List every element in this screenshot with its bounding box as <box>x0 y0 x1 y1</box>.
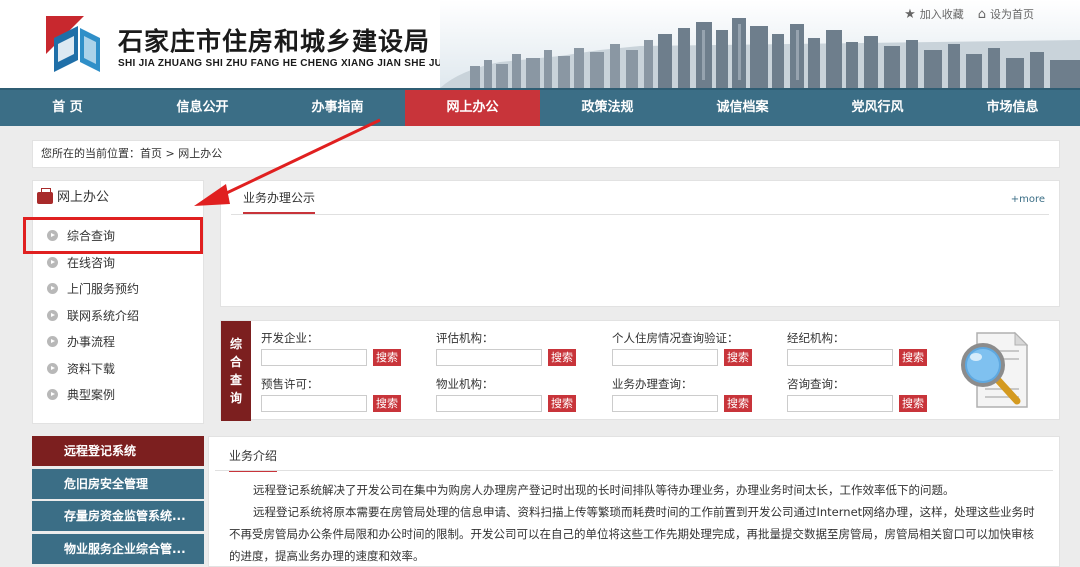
nav-market-info[interactable]: 市场信息 <box>945 90 1080 126</box>
agency-search-button[interactable]: 搜索 <box>899 349 927 366</box>
star-icon: ★ <box>904 6 916 22</box>
agency-label: 经纪机构： <box>787 331 845 345</box>
label-char: 合 <box>229 354 242 369</box>
systems-menu-dangerous-housing[interactable]: 危旧房安全管理 <box>32 468 204 499</box>
add-favorite-link[interactable]: ★ 加入收藏 <box>904 6 964 22</box>
systems-menu-fund-supervision[interactable]: 存量房资金监管系统... <box>32 501 204 531</box>
sidebar-item-cases[interactable]: 典型案例 <box>45 382 203 409</box>
sidebar-item-label: 办事流程 <box>67 335 116 349</box>
sidebar-item-onsite-booking[interactable]: 上门服务预约 <box>45 276 203 303</box>
property-mgmt-search-button[interactable]: 搜索 <box>548 395 576 412</box>
bullet-arrow-icon <box>47 309 58 321</box>
agency-search: 经纪机构： 搜索 <box>787 330 927 366</box>
home-icon: ⌂ <box>977 6 986 22</box>
bullet-arrow-icon <box>47 256 58 268</box>
consult-query-search: 咨询查询： 搜索 <box>787 376 927 412</box>
label-char: 综 <box>229 336 242 351</box>
site-header: 石家庄市住房和城乡建设局 SHI JIA ZHUANG SHI ZHU FANG… <box>0 0 1080 88</box>
breadcrumb-current[interactable]: 网上办公 <box>178 147 222 160</box>
systems-menu-property-service[interactable]: 物业服务企业综合管... <box>32 533 204 564</box>
set-homepage-label: 设为首页 <box>990 8 1034 21</box>
label-char: 查 <box>229 372 242 387</box>
notice-panel: 业务办理公示 +more <box>220 180 1060 307</box>
comprehensive-query-panel: 综 合 查 询 开发企业： 搜索 评估机构： 搜索 个人住房情况查询验证： 搜索… <box>220 320 1060 421</box>
bullet-arrow-icon <box>47 336 58 347</box>
business-intro-tab[interactable]: 业务介绍 <box>229 447 278 472</box>
divider <box>215 470 1053 471</box>
property-mgmt-search: 物业机构： 搜索 <box>436 376 576 412</box>
presale-input[interactable] <box>261 395 367 412</box>
personal-housing-label: 个人住房情况查询验证： <box>612 331 739 345</box>
sidebar-title: 网上办公 <box>57 190 110 205</box>
property-mgmt-input[interactable] <box>436 395 542 412</box>
developer-search: 开发企业： 搜索 <box>261 330 401 366</box>
developer-input[interactable] <box>261 349 367 366</box>
personal-housing-search-button[interactable]: 搜索 <box>724 349 752 366</box>
top-links: ★ 加入收藏 ⌂ 设为首页 <box>904 6 1034 22</box>
property-mgmt-label: 物业机构： <box>436 377 494 391</box>
nav-party-conduct[interactable]: 党风行风 <box>810 90 945 126</box>
breadcrumb-prefix: 您所在的当前位置： <box>41 147 140 160</box>
query-panel-label: 综 合 查 询 <box>221 321 251 421</box>
nav-info-disclosure[interactable]: 信息公开 <box>135 90 270 126</box>
consult-query-search-button[interactable]: 搜索 <box>899 395 927 412</box>
consult-query-label: 咨询查询： <box>787 377 845 391</box>
sidebar-item-downloads[interactable]: 资料下载 <box>45 356 203 383</box>
intro-paragraph: 远程登记系统解决了开发公司在集中为购房人办理房产登记时出现的长时间排队等待办理业… <box>253 483 955 497</box>
nav-service-guide[interactable]: 办事指南 <box>270 90 405 126</box>
sidebar-header: 网上办公 <box>33 181 203 215</box>
divider <box>231 214 1049 215</box>
sidebar-item-network-intro[interactable]: 联网系统介绍 <box>45 303 203 330</box>
nav-credit-records[interactable]: 诚信档案 <box>675 90 810 126</box>
personal-housing-input[interactable] <box>612 349 718 366</box>
sidebar-item-process[interactable]: 办事流程 <box>45 329 203 356</box>
presale-search: 预售许可： 搜索 <box>261 376 401 412</box>
toolbox-icon <box>37 188 53 204</box>
consult-query-input[interactable] <box>787 395 893 412</box>
bullet-arrow-icon <box>47 389 58 400</box>
sidebar-item-label: 在线咨询 <box>67 255 116 270</box>
label-char: 询 <box>229 390 242 405</box>
breadcrumb-separator: > <box>165 147 175 160</box>
business-query-search-button[interactable]: 搜索 <box>724 395 752 412</box>
appraisal-label: 评估机构： <box>436 331 494 345</box>
presale-label: 预售许可： <box>261 377 319 391</box>
bureau-logo-icon[interactable] <box>44 14 102 74</box>
sidebar-item-label: 典型案例 <box>67 388 116 402</box>
add-favorite-label: 加入收藏 <box>919 8 964 21</box>
presale-search-button[interactable]: 搜索 <box>373 395 401 412</box>
business-query-input[interactable] <box>612 395 718 412</box>
sidebar-item-label: 上门服务预约 <box>67 282 140 296</box>
developer-search-button[interactable]: 搜索 <box>373 349 401 366</box>
systems-menu-remote-registration[interactable]: 远程登记系统 <box>32 436 204 466</box>
main-nav: 首 页 信息公开 办事指南 网上办公 政策法规 诚信档案 党风行风 市场信息 <box>0 88 1080 126</box>
breadcrumb-home-link[interactable]: 首页 <box>140 147 162 160</box>
set-homepage-link[interactable]: ⌂ 设为首页 <box>978 6 1034 22</box>
sidebar-item-label: 联网系统介绍 <box>67 308 140 323</box>
nav-home[interactable]: 首 页 <box>0 90 135 126</box>
appraisal-input[interactable] <box>436 349 542 366</box>
personal-housing-search: 个人住房情况查询验证： 搜索 <box>612 330 752 366</box>
site-title: 石家庄市住房和城乡建设局 <box>118 27 431 56</box>
agency-input[interactable] <box>787 349 893 366</box>
breadcrumb: 您所在的当前位置：首页 > 网上办公 <box>32 140 1060 168</box>
magnifier-document-icon <box>961 331 1029 408</box>
highlight-box <box>23 217 203 254</box>
appraisal-search: 评估机构： 搜索 <box>436 330 576 366</box>
systems-menu: 远程登记系统 危旧房安全管理 存量房资金监管系统... 物业服务企业综合管... <box>32 436 204 566</box>
sidebar-item-label: 资料下载 <box>67 361 116 376</box>
nav-online-office[interactable]: 网上办公 <box>405 90 540 126</box>
intro-paragraph: 远程登记系统将原本需要在房管局处理的信息申请、资料扫描上传等繁琐而耗费时间的工作… <box>229 505 1035 563</box>
more-link[interactable]: +more <box>1011 194 1045 205</box>
developer-label: 开发企业： <box>261 331 319 345</box>
business-query-search: 业务办理查询： 搜索 <box>612 376 752 412</box>
bullet-arrow-icon <box>47 283 58 294</box>
site-subtitle: SHI JIA ZHUANG SHI ZHU FANG HE CHENG XIA… <box>118 58 443 69</box>
business-intro-panel: 业务介绍 远程登记系统解决了开发公司在集中为购房人办理房产登记时出现的长时间排队… <box>208 436 1060 567</box>
bullet-arrow-icon <box>47 362 58 374</box>
nav-policies[interactable]: 政策法规 <box>540 90 675 126</box>
notice-tab[interactable]: 业务办理公示 <box>243 189 316 214</box>
business-query-label: 业务办理查询： <box>612 377 693 391</box>
appraisal-search-button[interactable]: 搜索 <box>548 349 576 366</box>
